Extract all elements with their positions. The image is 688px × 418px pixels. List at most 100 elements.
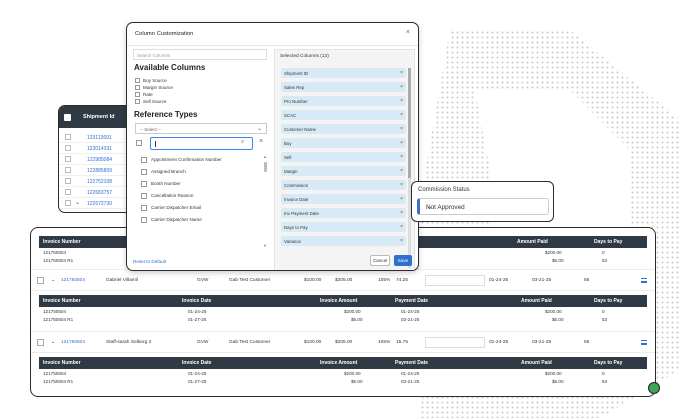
checkbox[interactable] (135, 78, 140, 84)
amount-paid-header[interactable]: Amount Paid (517, 239, 548, 245)
remove-icon[interactable]: × (400, 168, 403, 174)
selected-column-chip[interactable]: Buy × (281, 138, 406, 148)
row-checkbox[interactable] (65, 134, 71, 140)
invoice-date-header[interactable]: Invoice Date (182, 360, 211, 366)
select-all-checkbox[interactable] (64, 114, 71, 121)
remove-icon[interactable]: × (400, 126, 403, 132)
checkbox[interactable] (141, 157, 147, 163)
scroll-down-icon[interactable]: ▼ (263, 243, 267, 248)
reset-to-default-link[interactable]: Reset to Default (133, 259, 166, 264)
scroll-thumb[interactable] (264, 162, 267, 172)
days-to-pay-header[interactable]: Days to Pay (594, 360, 622, 366)
selected-column-chip[interactable]: Shipment ID × (281, 68, 406, 78)
row-checkbox[interactable] (65, 189, 71, 195)
selected-column-chip[interactable]: Pro Number × (281, 96, 406, 106)
remove-icon[interactable]: × (400, 182, 403, 188)
reference-scrollbar[interactable]: ▲ ▼ (263, 154, 267, 248)
expand-chevron-icon[interactable]: ⌄ (75, 199, 80, 206)
checkbox[interactable] (135, 99, 140, 105)
row-checkbox[interactable] (65, 178, 71, 184)
invoice-number-header[interactable]: Invoice Number (43, 239, 81, 245)
row-menu-icon[interactable] (641, 278, 647, 283)
remove-icon[interactable]: × (400, 98, 403, 104)
reference-option[interactable]: Booth Number (141, 181, 181, 187)
shipment-id-link[interactable]: 123113691 (87, 135, 112, 141)
save-button[interactable]: Save (394, 255, 412, 266)
remove-icon[interactable]: × (400, 70, 403, 76)
checkbox[interactable] (141, 217, 147, 223)
commission-status-select[interactable]: Not Approved ⌄ (417, 198, 549, 215)
available-option[interactable]: Rate (135, 92, 153, 98)
remove-icon[interactable]: × (400, 112, 403, 118)
shipment-id-link[interactable]: 122683757 (87, 190, 112, 196)
expand-chevron-icon[interactable]: ⌄ (51, 340, 55, 345)
clear-icon[interactable]: × (259, 138, 263, 145)
shipment-id-link[interactable]: 121750504 (61, 340, 85, 345)
reference-option[interactable]: Cancellation Reason (141, 193, 193, 199)
invoice-amount-header[interactable]: Invoice Amount (320, 360, 357, 366)
commission-input[interactable] (425, 275, 485, 286)
selected-column-chip[interactable]: Commission × (281, 180, 406, 190)
row-checkbox[interactable] (65, 145, 71, 151)
scroll-thumb[interactable] (408, 68, 411, 178)
row-checkbox[interactable] (65, 156, 71, 162)
selected-column-chip[interactable]: Margin × (281, 166, 406, 176)
checkbox[interactable] (135, 85, 140, 91)
row-checkbox[interactable] (65, 200, 71, 206)
checkbox[interactable] (141, 169, 147, 175)
invoice-number-header[interactable]: Invoice Number (43, 298, 81, 304)
shipment-id-link[interactable]: 122885809 (87, 168, 112, 174)
shipment-id-link[interactable]: 121750504 (61, 278, 85, 283)
reference-option[interactable]: Carrier Dispatcher Email (141, 205, 201, 211)
days-to-pay-header[interactable]: Days to Pay (594, 298, 622, 304)
invoice-date-header[interactable]: Invoice Date (182, 298, 211, 304)
search-columns-input[interactable]: Search Columns (133, 49, 267, 60)
reference-type-select[interactable]: -- Select -- ⌄ (135, 123, 267, 134)
remove-icon[interactable]: × (400, 140, 403, 146)
reference-option[interactable]: Carrier Dispatcher Name (141, 217, 202, 223)
available-option[interactable]: Sell Source (135, 99, 167, 105)
select-all-checkbox[interactable] (136, 140, 142, 146)
row-checkbox[interactable] (37, 277, 44, 284)
remove-icon[interactable]: × (400, 84, 403, 90)
remove-icon[interactable]: × (400, 238, 403, 244)
remove-icon[interactable]: × (400, 224, 403, 230)
shipment-id-link[interactable]: 122672730 (87, 201, 112, 207)
remove-icon[interactable]: × (400, 154, 403, 160)
selected-column-chip[interactable]: Sales Rep × (281, 82, 406, 92)
selected-column-chip[interactable]: Variance × (281, 236, 406, 246)
table-row[interactable]: ⌄ 121750504 Gabriel Villamil GVW Gab Tes… (31, 269, 655, 291)
checkbox[interactable] (141, 181, 147, 187)
expand-chevron-icon[interactable]: ⌄ (51, 278, 55, 283)
selected-column-chip[interactable]: Days to Pay × (281, 222, 406, 232)
remove-icon[interactable]: × (400, 210, 403, 216)
available-option[interactable]: Margin Source (135, 85, 173, 91)
payment-date-header[interactable]: Payment Date (395, 360, 428, 366)
checkbox[interactable] (135, 92, 140, 98)
close-icon[interactable]: × (406, 29, 410, 36)
selected-column-chip[interactable]: SCAC × (281, 110, 406, 120)
cancel-button[interactable]: Cancel (370, 255, 390, 266)
selected-column-chip[interactable]: Customer Name × (281, 124, 406, 134)
row-checkbox[interactable] (65, 167, 71, 173)
selected-column-chip[interactable]: Invoice Date × (281, 194, 406, 204)
shipment-id-link[interactable]: 122752108 (87, 179, 112, 185)
shipment-id-link[interactable]: 123014331 (87, 146, 112, 152)
amount-paid-header[interactable]: Amount Paid (521, 360, 552, 366)
selected-column-chip[interactable]: Inv Payment Date × (281, 208, 406, 218)
selected-scrollbar[interactable] (408, 68, 411, 268)
shipment-id-header-label[interactable]: Shipment Id (83, 114, 114, 120)
scroll-up-icon[interactable]: ▲ (263, 154, 267, 159)
reference-option[interactable]: Appointment Confirmation Number (141, 157, 222, 163)
available-option[interactable]: Buy Source (135, 78, 167, 84)
amount-paid-header[interactable]: Amount Paid (521, 298, 552, 304)
commission-input[interactable] (425, 337, 485, 348)
reference-search-input[interactable] (150, 137, 253, 150)
reference-option[interactable]: Assigned Branch (141, 169, 186, 175)
checkbox[interactable] (141, 205, 147, 211)
days-to-pay-header[interactable]: Days to Pay (594, 239, 622, 245)
invoice-number-header[interactable]: Invoice Number (43, 360, 81, 366)
invoice-amount-header[interactable]: Invoice Amount (320, 298, 357, 304)
table-row[interactable]: ⌄ 121750504 Staff-sarah Solberg 2 GVW Ga… (31, 331, 655, 353)
payment-date-header[interactable]: Payment Date (395, 298, 428, 304)
